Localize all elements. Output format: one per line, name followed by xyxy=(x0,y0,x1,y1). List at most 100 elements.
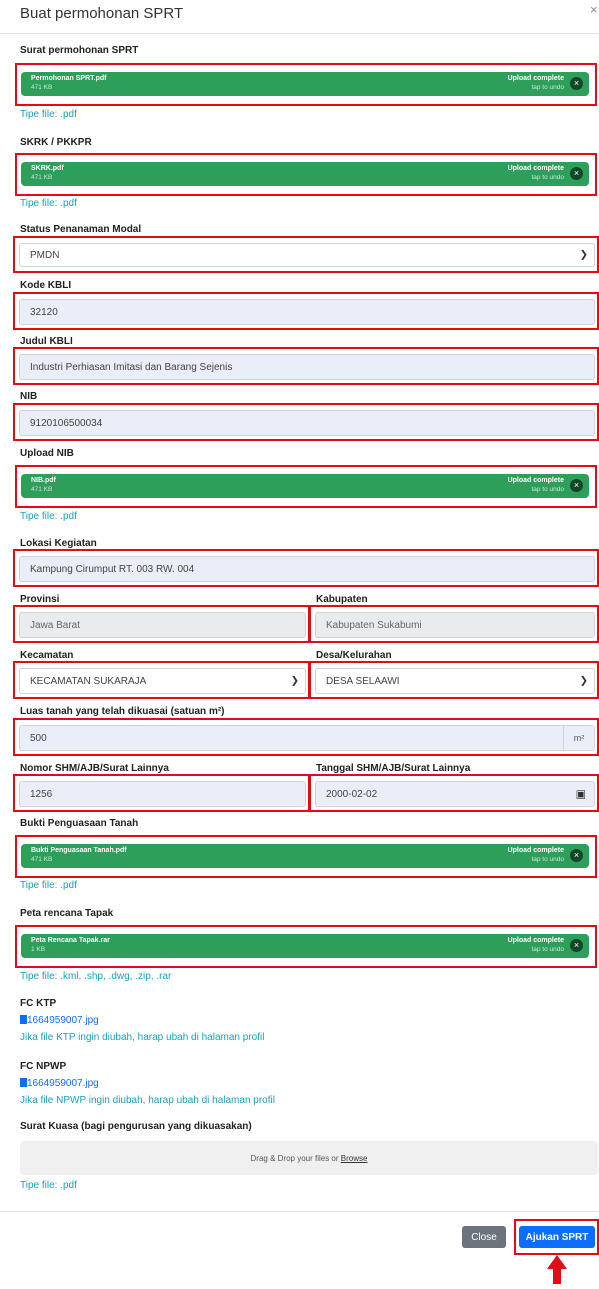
skrk-label: SKRK / PKKPR xyxy=(20,137,92,148)
surat-label: Surat permohonan SPRT xyxy=(20,45,139,56)
fc-ktp-note: Jika file KTP ingin diubah, harap ubah d… xyxy=(20,1032,265,1043)
header-divider xyxy=(0,33,599,34)
close-icon[interactable]: × xyxy=(590,2,598,17)
kecamatan-highlight: KECAMATAN SUKARAJA ❯ xyxy=(13,661,310,699)
remove-file-icon[interactable]: × xyxy=(570,939,583,952)
surat-kuasa-dropzone[interactable]: Drag & Drop your files or Browse xyxy=(20,1141,598,1175)
undo-link[interactable]: tap to undo xyxy=(531,174,564,181)
upload-nib-hint: Tipe file: .pdf xyxy=(20,511,77,522)
calendar-icon[interactable]: ▣ xyxy=(576,788,586,801)
upload-status: Upload complete xyxy=(507,165,564,172)
kabupaten-label: Kabupaten xyxy=(316,594,368,605)
file-name: NIB.pdf xyxy=(31,477,56,484)
undo-link[interactable]: tap to undo xyxy=(531,856,564,863)
tanggal-shm-highlight: 2000-02-02 ▣ xyxy=(309,774,599,812)
input-value: Kabupaten Sukabumi xyxy=(326,619,422,631)
file-size: 471 KB xyxy=(31,486,53,493)
remove-file-icon[interactable]: × xyxy=(570,479,583,492)
drop-text: Drag & Drop your files or xyxy=(250,1153,339,1163)
fc-npwp-note: Jika file NPWP ingin diubah, harap ubah … xyxy=(20,1095,275,1106)
nomor-shm-highlight: 1256 xyxy=(13,774,310,812)
kode-kbli-highlight: 32120 xyxy=(13,292,599,330)
undo-link[interactable]: tap to undo xyxy=(531,946,564,953)
peta-file-item[interactable]: Peta Rencana Tapak.rar 1 KB Upload compl… xyxy=(21,934,589,958)
remove-file-icon[interactable]: × xyxy=(570,167,583,180)
file-name: Bukti Penguasaan Tanah.pdf xyxy=(31,847,127,854)
nomor-shm-label: Nomor SHM/AJB/Surat Lainnya xyxy=(20,763,169,774)
desa-label: Desa/Kelurahan xyxy=(316,650,392,661)
lokasi-label: Lokasi Kegiatan xyxy=(20,538,97,549)
judul-kbli-highlight: Industri Perhiasan Imitasi dan Barang Se… xyxy=(13,347,599,385)
nib-highlight: 9120106500034 xyxy=(13,403,599,441)
arrow-shaft xyxy=(553,1268,561,1284)
surat-hint: Tipe file: .pdf xyxy=(20,109,77,120)
judul-kbli-label: Judul KBLI xyxy=(20,336,73,347)
file-name: 1664959007.jpg xyxy=(27,1015,99,1026)
nib-file-item[interactable]: NIB.pdf 471 KB Upload complete tap to un… xyxy=(21,474,589,498)
footer-divider xyxy=(0,1211,599,1212)
chevron-down-icon: ❯ xyxy=(579,675,588,687)
file-name: Permohonan SPRT.pdf xyxy=(31,75,107,82)
desa-highlight: DESA SELAAWI ❯ xyxy=(309,661,599,699)
input-value: 32120 xyxy=(30,306,58,318)
unit-addon: m² xyxy=(563,726,594,750)
arrow-up-icon xyxy=(547,1255,567,1269)
kabupaten-input: Kabupaten Sukabumi xyxy=(315,612,595,638)
select-value: KECAMATAN SUKARAJA xyxy=(30,675,147,687)
bukti-file-item[interactable]: Bukti Penguasaan Tanah.pdf 471 KB Upload… xyxy=(21,844,589,868)
upload-nib-label: Upload NIB xyxy=(20,448,74,459)
fc-npwp-label: FC NPWP xyxy=(20,1061,67,1072)
luas-highlight: 500 m² xyxy=(13,718,599,756)
status-modal-highlight: PMDN ❯ xyxy=(13,236,599,273)
upload-status: Upload complete xyxy=(507,75,564,82)
kecamatan-select[interactable]: KECAMATAN SUKARAJA ❯ xyxy=(19,668,306,694)
undo-link[interactable]: tap to undo xyxy=(531,486,564,493)
undo-link[interactable]: tap to undo xyxy=(531,84,564,91)
file-name: Peta Rencana Tapak.rar xyxy=(31,937,110,944)
luas-input[interactable]: 500 m² xyxy=(19,725,595,751)
kecamatan-label: Kecamatan xyxy=(20,650,74,661)
nib-label: NIB xyxy=(20,391,38,402)
lokasi-input[interactable]: Kampung Cirumput RT. 003 RW. 004 xyxy=(19,556,595,582)
surat-file-item[interactable]: Permohonan SPRT.pdf 471 KB Upload comple… xyxy=(21,72,589,96)
upload-status: Upload complete xyxy=(507,937,564,944)
judul-kbli-input[interactable]: Industri Perhiasan Imitasi dan Barang Se… xyxy=(19,354,595,380)
lokasi-highlight: Kampung Cirumput RT. 003 RW. 004 xyxy=(13,549,599,587)
luas-label: Luas tanah yang telah dikuasai (satuan m… xyxy=(20,706,225,717)
ajukan-sprt-button[interactable]: Ajukan SPRT xyxy=(519,1226,595,1248)
remove-file-icon[interactable]: × xyxy=(570,77,583,90)
surat-kuasa-hint: Tipe file: .pdf xyxy=(20,1180,77,1191)
upload-status: Upload complete xyxy=(507,847,564,854)
bukti-highlight: Bukti Penguasaan Tanah.pdf 471 KB Upload… xyxy=(15,835,597,878)
kode-kbli-input[interactable]: 32120 xyxy=(19,299,595,325)
skrk-file-item[interactable]: SKRK.pdf 471 KB Upload complete tap to u… xyxy=(21,162,589,186)
select-value: DESA SELAAWI xyxy=(326,675,400,687)
browse-link[interactable]: Browse xyxy=(341,1154,368,1163)
fc-ktp-file-link[interactable]: 1664959007.jpg xyxy=(20,1015,99,1026)
remove-file-icon[interactable]: × xyxy=(570,849,583,862)
file-size: 471 KB xyxy=(31,856,53,863)
file-size: 471 KB xyxy=(31,174,53,181)
input-value: Industri Perhiasan Imitasi dan Barang Se… xyxy=(30,361,233,373)
upload-nib-highlight: NIB.pdf 471 KB Upload complete tap to un… xyxy=(15,465,597,508)
nib-input[interactable]: 9120106500034 xyxy=(19,410,595,436)
status-modal-label: Status Penanaman Modal xyxy=(20,224,142,235)
nomor-shm-input[interactable]: 1256 xyxy=(19,781,306,807)
file-icon xyxy=(20,1015,27,1024)
desa-select[interactable]: DESA SELAAWI ❯ xyxy=(315,668,595,694)
tanggal-shm-input[interactable]: 2000-02-02 ▣ xyxy=(315,781,595,807)
modal-title: Buat permohonan SPRT xyxy=(20,5,184,22)
kabupaten-highlight: Kabupaten Sukabumi xyxy=(309,605,599,643)
input-value: 2000-02-02 xyxy=(326,788,378,800)
provinsi-label: Provinsi xyxy=(20,594,60,605)
close-button[interactable]: Close xyxy=(462,1226,506,1248)
file-name: SKRK.pdf xyxy=(31,165,64,172)
peta-label: Peta rencana Tapak xyxy=(20,908,114,919)
status-modal-select[interactable]: PMDN ❯ xyxy=(19,243,595,267)
file-name: 1664959007.jpg xyxy=(27,1078,99,1089)
provinsi-highlight: Jawa Barat xyxy=(13,605,310,643)
fc-npwp-file-link[interactable]: 1664959007.jpg xyxy=(20,1078,99,1089)
peta-hint: Tipe file: .kml, .shp, .dwg, .zip, .rar xyxy=(20,971,172,982)
tanggal-shm-label: Tanggal SHM/AJB/Surat Lainnya xyxy=(316,763,471,774)
select-value: PMDN xyxy=(30,249,60,261)
